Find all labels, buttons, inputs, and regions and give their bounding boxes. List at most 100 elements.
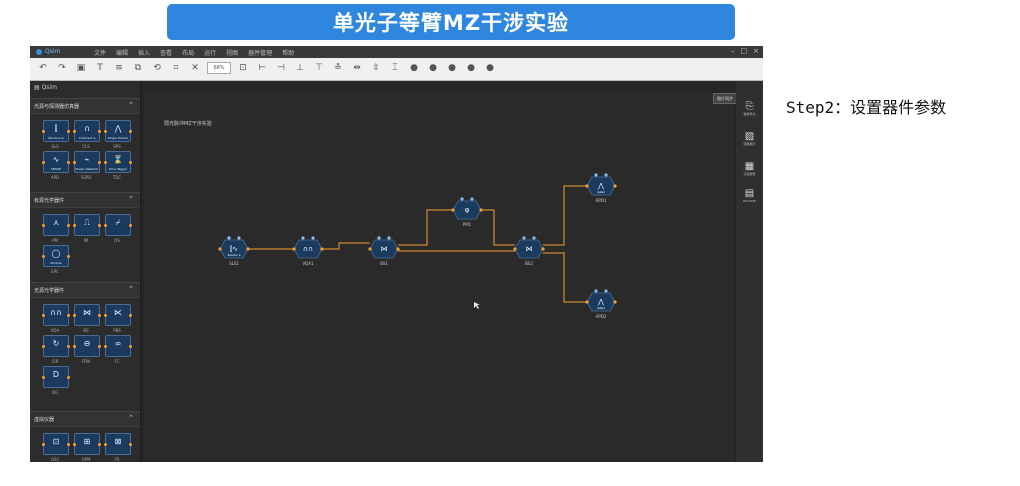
collapse-icon[interactable]: ⌃ [128, 285, 134, 293]
menu-item[interactable]: 器件管理 [248, 48, 272, 57]
port-dot[interactable] [311, 236, 315, 240]
close-icon[interactable]: × [753, 47, 759, 55]
delete-icon[interactable]: ✕ [188, 61, 202, 75]
fit-icon[interactable]: ⌗ [169, 61, 183, 75]
port-dot[interactable] [594, 173, 598, 177]
library-item[interactable]: ⊞ OPM [71, 433, 101, 462]
port-dot[interactable] [387, 236, 391, 240]
fiber-link[interactable] [543, 252, 587, 303]
spacing-icon[interactable]: ⌶ [388, 61, 402, 75]
align-center-icon[interactable]: ≛ [331, 61, 345, 75]
align-left-icon[interactable]: ⊢ [255, 61, 269, 75]
port-dot[interactable] [604, 289, 608, 293]
library-item[interactable]: ↻ CIR [40, 335, 70, 364]
menu-item[interactable]: 编辑 [116, 48, 128, 57]
fiber-link[interactable] [543, 185, 587, 246]
minimize-icon[interactable]: – [731, 47, 735, 55]
library-item[interactable]: ⊖ FRM [71, 335, 101, 364]
section-header[interactable]: 无源光学器件 ⌃ [30, 282, 140, 298]
port-dot[interactable] [585, 300, 589, 304]
distribute-h-icon[interactable]: ⇹ [350, 61, 364, 75]
library-item[interactable]: ⌁ Power Detector SSPD [71, 151, 101, 180]
run-icon[interactable]: ● [407, 61, 421, 75]
zoom-fit-icon[interactable]: ⊡ [236, 61, 250, 75]
port-dot[interactable] [237, 236, 241, 240]
distribute-v-icon[interactable]: ⇳ [369, 61, 383, 75]
port-dot[interactable] [513, 247, 517, 251]
port-dot[interactable] [377, 236, 381, 240]
rotate-icon[interactable]: ⟲ [150, 61, 164, 75]
port-dot[interactable] [396, 247, 400, 251]
port-dot[interactable] [522, 236, 526, 240]
maximize-icon[interactable]: □ [741, 47, 748, 55]
port-dot[interactable] [218, 247, 222, 251]
library-item[interactable]: ∞ FC [102, 335, 132, 364]
library-item[interactable]: ⋏ PM [40, 214, 70, 243]
menu-item[interactable]: 视图 [226, 48, 238, 57]
pause-icon[interactable]: ● [426, 61, 440, 75]
group-icon[interactable]: ⧉ [131, 61, 145, 75]
menu-item[interactable]: 帮助 [282, 48, 294, 57]
zoom-select[interactable]: 68% [207, 62, 231, 74]
port-dot[interactable] [541, 247, 545, 251]
library-item[interactable]: ∿ SNSPD APD [40, 151, 70, 180]
library-item[interactable]: ⌛ Time Tagger TDC [102, 151, 132, 180]
redo-icon[interactable]: ↷ [55, 61, 69, 75]
library-item[interactable]: D DG [40, 366, 70, 395]
section-header[interactable]: 光源与探测器仿真器 ⌃ [30, 98, 140, 114]
node-apd1[interactable]: ⋀Gated APD1 [585, 173, 617, 203]
port-dot[interactable] [320, 247, 324, 251]
menu-item[interactable]: 布局 [182, 48, 194, 57]
port-dot[interactable] [368, 247, 372, 251]
port-dot[interactable] [604, 173, 608, 177]
library-item[interactable]: ∩∩ VOA [40, 304, 70, 333]
port-dot[interactable] [585, 184, 589, 188]
node-voa1[interactable]: ∩∩ VOA1 [292, 236, 324, 266]
library-item[interactable]: ⊠ FR [102, 433, 132, 462]
library-item[interactable]: ⫿ Random φ SLS [40, 120, 70, 149]
collapse-icon[interactable]: ⌃ [128, 101, 134, 109]
port-dot[interactable] [451, 208, 455, 212]
undo-icon[interactable]: ↶ [36, 61, 50, 75]
design-canvas[interactable]: 弱光脉冲MZ干涉实验 ⫿∿ Random φ SLS1 ∩∩ VOA1 ⋈ BS1 φ PM1 ⋈… [144, 93, 734, 462]
menu-item[interactable]: 文件 [94, 48, 106, 57]
right-panel-item[interactable]: ⎘ 数据导出 [736, 101, 763, 116]
port-dot[interactable] [532, 236, 536, 240]
section-header[interactable]: 有源光学器件 ⌃ [30, 192, 140, 208]
library-item[interactable]: ⋉ PBS [102, 304, 132, 333]
image-icon[interactable]: ▣ [74, 61, 88, 75]
library-item[interactable]: ⋈ BS [71, 304, 101, 333]
library-item[interactable]: ⌿ OS [102, 214, 132, 243]
step-icon[interactable]: ● [464, 61, 478, 75]
collapse-icon[interactable]: ⌃ [128, 195, 134, 203]
right-panel-item[interactable]: ▨ 结果展示 [736, 131, 763, 146]
menu-item[interactable]: 插入 [138, 48, 150, 57]
fiber-link[interactable] [481, 209, 515, 246]
node-pm1[interactable]: φ PM1 [451, 197, 483, 227]
library-item[interactable]: ⊡ OSC [40, 433, 70, 462]
align-bottom-icon[interactable]: ⊥ [293, 61, 307, 75]
port-dot[interactable] [460, 197, 464, 201]
right-panel-item[interactable]: ▤ README [736, 188, 763, 203]
port-dot[interactable] [470, 197, 474, 201]
menu-item[interactable]: 运行 [204, 48, 216, 57]
align-right-icon[interactable]: ⊣ [274, 61, 288, 75]
record-icon[interactable]: ● [483, 61, 497, 75]
list-icon[interactable]: ≡ [112, 61, 126, 75]
right-panel-item[interactable]: ▦ 实验报告 [736, 161, 763, 176]
text-icon[interactable]: T [93, 61, 107, 75]
sync-button[interactable]: 图片同步 [713, 93, 737, 104]
node-bs1[interactable]: ⋈ BS1 [368, 236, 400, 266]
section-header[interactable]: 虚拟仪器 ⌃ [30, 411, 140, 427]
port-dot[interactable] [613, 184, 617, 188]
menu-item[interactable]: 查看 [160, 48, 172, 57]
library-item[interactable]: ⋀ Single Photon SPS [102, 120, 132, 149]
port-dot[interactable] [246, 247, 250, 251]
align-top-icon[interactable]: ⊤ [312, 61, 326, 75]
library-item[interactable]: ∩ Coherent φ CLS [71, 120, 101, 149]
node-bs2[interactable]: ⋈ BS2 [513, 236, 545, 266]
fiber-link[interactable] [398, 209, 453, 246]
node-sls1[interactable]: ⫿∿Random φ SLS1 [218, 236, 250, 266]
port-dot[interactable] [227, 236, 231, 240]
port-dot[interactable] [594, 289, 598, 293]
